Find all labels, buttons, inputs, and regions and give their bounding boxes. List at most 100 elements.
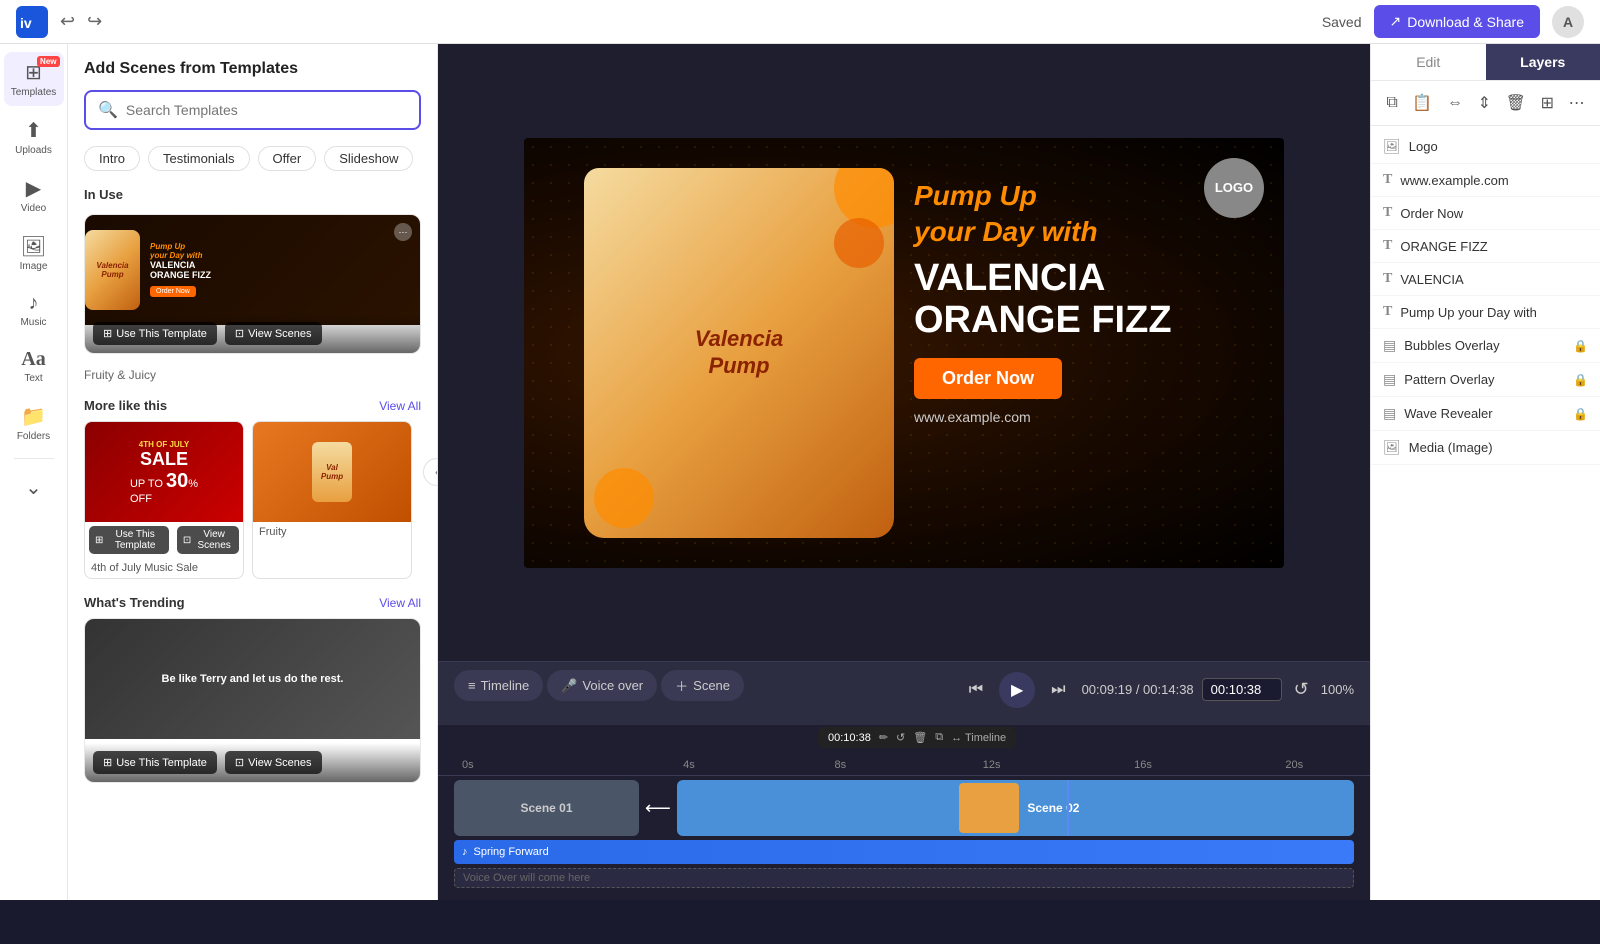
paste-icon-button[interactable]: 📋 [1408, 89, 1436, 117]
templates-panel: Add Scenes from Templates 🔍 Intro Testim… [68, 44, 438, 900]
use-template-4th-button[interactable]: ⊞ Use This Template [89, 526, 169, 554]
more-card-0[interactable]: 4TH OF JULY SALE UP TO 30%OFF ⊞ Use This… [84, 421, 244, 579]
use-template-button[interactable]: ⊞ Use This Template [93, 322, 217, 345]
avatar[interactable]: A [1552, 6, 1584, 38]
scene-connector-icon: ⟵ [643, 780, 673, 836]
card-0-name: 4th of July Music Sale [85, 558, 243, 578]
timeline-track-area: 00:10:38 ✏ ↺ 🗑 ⧉ ↔ Timeline 0s 4s 8s 12s [438, 725, 1370, 900]
view-terry-button[interactable]: ⊡ View Scenes [225, 751, 322, 774]
sidebar-item-text[interactable]: Aa Text [4, 340, 64, 392]
tooltip-copy[interactable]: ⧉ [935, 731, 943, 744]
layer-item-orange-fizz[interactable]: T ORANGE FIZZ [1371, 230, 1600, 263]
transport-bar: ≡ Timeline 🎤 Voice over ＋ Scene ⏮ ▶ ⏭ [454, 670, 1354, 709]
trending-header: What's Trending View All [68, 587, 437, 618]
layer-item-pump[interactable]: T Pump Up your Day with [1371, 296, 1600, 329]
copy-icon-button[interactable]: ⧉ [1382, 89, 1401, 117]
use-terry-button[interactable]: ⊞ Use This Template [93, 751, 217, 774]
download-share-button[interactable]: ↗ Download & Share [1374, 5, 1540, 38]
search-input[interactable] [126, 102, 407, 118]
order-btn-element[interactable]: Order Now [914, 358, 1062, 399]
layer-text-icon-3: T [1383, 238, 1392, 254]
scrubber-time-input[interactable] [1202, 678, 1282, 701]
image-icon: 🖼 [21, 234, 46, 259]
scene-tab-icon: ＋ [675, 676, 688, 695]
canvas-text-right: Pump Up your Day with VALENCIA ORANGE FI… [914, 178, 1254, 425]
time-ruler: 0s 4s 8s 12s 16s 20s [438, 755, 1370, 776]
tooltip-timeline[interactable]: ↔ Timeline [951, 732, 1006, 744]
more-card-1[interactable]: ValPump Fruity [252, 421, 412, 579]
search-box: 🔍 [84, 90, 421, 130]
layer-item-logo[interactable]: 🖼 Logo [1371, 130, 1600, 164]
scene-02[interactable]: Scene 02 [677, 780, 1354, 836]
refresh-button[interactable]: ↺ [1290, 675, 1313, 704]
product-name-element: VALENCIA ORANGE FIZZ [914, 258, 1254, 342]
filter-offer[interactable]: Offer [258, 146, 317, 171]
sidebar-item-templates[interactable]: New ⊞ Templates [4, 52, 64, 106]
timeline-tabs: ≡ Timeline 🎤 Voice over ＋ Scene [454, 670, 744, 701]
trending-card-0[interactable]: Be like Terry and let us do the rest. ⊞ … [84, 618, 421, 783]
panel-title: Add Scenes from Templates [84, 60, 421, 78]
layer-item-pattern[interactable]: ▤ Pattern Overlay 🔒 [1371, 363, 1600, 397]
scene-track-container: Scene 01 ⟵ Scene 02 [438, 776, 1370, 840]
more-view-all-button[interactable]: View All [379, 399, 421, 413]
trending-view-all-button[interactable]: View All [379, 596, 421, 610]
tab-scene[interactable]: ＋ Scene [661, 670, 744, 701]
undo-button[interactable]: ↩ [56, 7, 79, 36]
topbar: iv ↩ ↪ Saved ↗ Download & Share A [0, 0, 1600, 44]
saved-status: Saved [1322, 14, 1362, 30]
more-like-this-header: More like this View All [68, 390, 437, 421]
in-use-label: In Use [68, 179, 437, 206]
playhead[interactable] [1067, 780, 1069, 836]
layer-item-website[interactable]: T www.example.com [1371, 164, 1600, 197]
view-icon-small: ⊡ [183, 535, 191, 546]
tab-layers[interactable]: Layers [1486, 44, 1600, 80]
view-scenes-button[interactable]: ⊡ View Scenes [225, 322, 322, 345]
more-cards-grid: 4TH OF JULY SALE UP TO 30%OFF ⊞ Use This… [68, 421, 437, 587]
folders-icon: 📁 [21, 404, 46, 429]
tooltip-edit[interactable]: ✏ [879, 731, 888, 744]
tab-timeline[interactable]: ≡ Timeline [454, 670, 543, 701]
layer-item-bubbles[interactable]: ▤ Bubbles Overlay 🔒 [1371, 329, 1600, 363]
grid-icon-button[interactable]: ⊞ [1537, 89, 1558, 117]
more-like-this-label: More like this [84, 398, 167, 413]
panel-header: Add Scenes from Templates 🔍 [68, 44, 437, 138]
in-use-card[interactable]: ⋯ ValenciaPump Pump Upyour Day with VALE… [84, 214, 421, 354]
filter-testimonials[interactable]: Testimonials [148, 146, 250, 171]
sidebar-item-image[interactable]: 🖼 Image [4, 226, 64, 280]
delete-icon-button[interactable]: 🗑 [1502, 89, 1530, 117]
play-button[interactable]: ▶ [999, 672, 1035, 708]
voiceover-track[interactable]: Voice Over will come here [454, 868, 1354, 888]
scene-02-thumb [959, 783, 1019, 833]
invideo-logo: iv [16, 6, 48, 38]
tab-edit[interactable]: Edit [1371, 44, 1486, 80]
layer-item-media[interactable]: 🖼 Media (Image) [1371, 431, 1600, 465]
layer-item-wave[interactable]: ▤ Wave Revealer 🔒 [1371, 397, 1600, 431]
view-scenes-4th-button[interactable]: ⊡ View Scenes [177, 526, 239, 554]
sidebar-item-video[interactable]: ▶ Video [4, 168, 64, 222]
flip-h-button[interactable]: ⇔ [1443, 89, 1467, 117]
scene-01[interactable]: Scene 01 [454, 780, 639, 836]
can-image: Valencia Pump [584, 168, 894, 538]
more-icon-button[interactable]: ⋯ [1565, 89, 1589, 117]
filter-slideshow[interactable]: Slideshow [324, 146, 413, 171]
layer-item-order[interactable]: T Order Now [1371, 197, 1600, 230]
layer-item-valencia[interactable]: T VALENCIA [1371, 263, 1600, 296]
card-actions: ⊞ Use This Template ⊡ View Scenes [85, 314, 420, 353]
terry-thumbnail: Be like Terry and let us do the rest. [85, 619, 420, 739]
sidebar-item-collapse[interactable]: ⌄ [4, 467, 64, 510]
sidebar-label-text: Text [24, 373, 42, 384]
filter-intro[interactable]: Intro [84, 146, 140, 171]
tooltip-delete[interactable]: 🗑 [913, 731, 927, 744]
skip-back-button[interactable]: ⏮ [961, 677, 991, 703]
sidebar-item-music[interactable]: ♪ Music [4, 284, 64, 336]
audio-track[interactable]: ♪ Spring Forward [454, 840, 1354, 864]
flip-v-button[interactable]: ⇕ [1474, 89, 1495, 117]
layer-text-icon-4: T [1383, 271, 1392, 287]
sidebar-item-uploads[interactable]: ⬆ Uploads [4, 110, 64, 164]
tab-voiceover[interactable]: 🎤 Voice over [547, 670, 657, 701]
sidebar-item-folders[interactable]: 📁 Folders [4, 396, 64, 450]
zoom-level: 100% [1321, 682, 1354, 697]
tooltip-refresh[interactable]: ↺ [896, 731, 905, 744]
redo-button[interactable]: ↪ [83, 7, 106, 36]
skip-forward-button[interactable]: ⏭ [1043, 677, 1073, 703]
